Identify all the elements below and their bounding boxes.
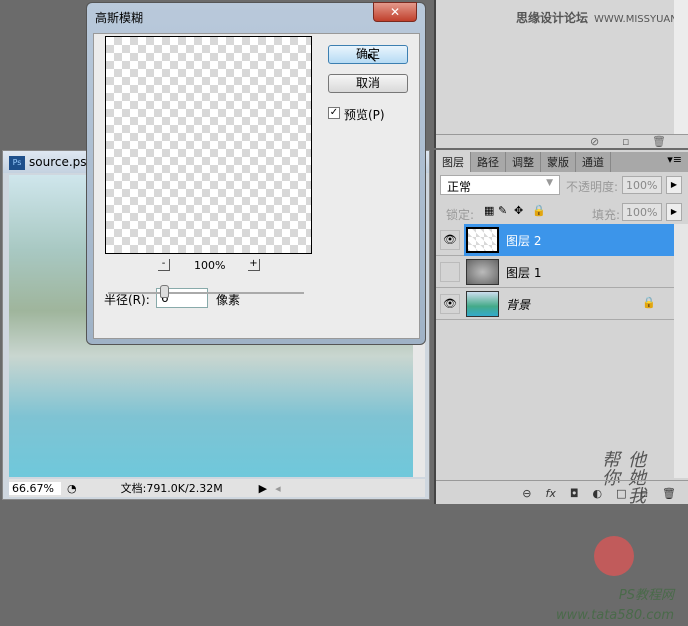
seal-stamp [594, 536, 634, 576]
tab-channels[interactable]: 通道 [576, 152, 611, 172]
eye-icon[interactable]: 👁 [440, 230, 460, 250]
doc-info: 文档:791.0K/2.32M [120, 482, 223, 495]
trash-icon[interactable]: 🗑 [652, 135, 666, 148]
layer-row[interactable]: 图层 1 [436, 256, 676, 288]
layers-footer: ⊖ fx ◘ ◐ □ ▫ 🗑 [436, 480, 688, 504]
visibility-toggle[interactable] [440, 262, 460, 282]
status-bar: 66.67% ◔ 文档:791.0K/2.32M ▶ ◂ [9, 479, 425, 497]
adjustment-icon[interactable]: ◐ [593, 487, 603, 500]
layer-thumbnail [466, 259, 499, 285]
tab-layers[interactable]: 图层 [436, 152, 471, 172]
fill-input[interactable]: 100% [622, 203, 662, 221]
status-menu-arrow[interactable]: ▶ [259, 482, 267, 495]
chevron-down-icon: ▼ [546, 178, 553, 188]
trash-icon[interactable]: 🗑 [662, 487, 676, 500]
zoom-out-button[interactable]: - [158, 259, 170, 271]
site-watermark: PS教程网 www.tata580.com [556, 586, 674, 626]
tab-adjustments[interactable]: 调整 [506, 152, 541, 172]
layer-thumbnail [466, 227, 499, 253]
scrollbar[interactable] [674, 224, 688, 478]
new-layer-icon[interactable]: ▫ [641, 487, 648, 500]
fill-label: 填充: [592, 208, 621, 222]
fx-icon[interactable]: fx [545, 487, 555, 500]
cursor-icon: ↖ [366, 50, 378, 66]
lock-label: 锁定: [446, 208, 475, 222]
preview-area[interactable] [105, 36, 312, 254]
site-name: PS教程网 [618, 588, 674, 603]
panel-footer: ⊘ ▫ 🗑 [436, 134, 688, 148]
group-icon[interactable]: □ [616, 487, 626, 500]
history-panel: 思缘设计论坛WWW.MISSYUAN.COM ⊘ ▫ 🗑 [434, 0, 688, 148]
cancel-button[interactable]: 取消 [328, 74, 408, 93]
horizontal-scrollbar[interactable]: ◂ [275, 482, 425, 495]
mask-icon[interactable]: ◘ [570, 487, 579, 500]
close-button[interactable]: ✕ [373, 2, 417, 22]
layer-row[interactable]: 👁 背景 🔒 [436, 288, 676, 320]
layer-row[interactable]: 👁 图层 2 [436, 224, 676, 256]
zoom-in-button[interactable]: + [248, 259, 260, 271]
panel-tabs: 图层 路径 调整 蒙版 通道 [436, 152, 688, 172]
document-title: source.psd [29, 155, 95, 169]
zoom-level[interactable]: 66.67% [9, 481, 61, 495]
preview-zoom: 100% [194, 259, 226, 272]
layers-panel: 图层 路径 调整 蒙版 通道 ▾≡ 正常 ▼ 不透明度: 100% ▶ 锁定: ▦… [434, 150, 688, 623]
tab-masks[interactable]: 蒙版 [541, 152, 576, 172]
layer-name: 图层 2 [506, 234, 542, 248]
lock-brush-icon[interactable]: ✎ [498, 204, 507, 217]
blend-mode-value: 正常 [447, 180, 472, 194]
opacity-label: 不透明度: [566, 180, 619, 194]
dialog-body: 确定 取消 ✓ 预览(P) - 100% + 半径(R): 6 像素 [93, 33, 420, 339]
panel-menu-icon[interactable]: ▾≡ [667, 153, 682, 166]
no-icon[interactable]: ⊘ [590, 135, 599, 148]
layer-thumbnail [466, 291, 499, 317]
status-icon[interactable]: ◔ [67, 482, 77, 495]
opacity-arrow[interactable]: ▶ [666, 176, 682, 194]
dialog-title: 高斯模糊 [95, 11, 144, 25]
preview-label: 预览(P) [344, 108, 385, 122]
watermark-cn: 思缘设计论坛 [516, 11, 589, 25]
new-icon[interactable]: ▫ [622, 135, 629, 148]
lock-transparent-icon[interactable]: ▦ [484, 204, 494, 217]
layer-name: 图层 1 [506, 266, 542, 280]
scrollbar[interactable] [674, 0, 688, 135]
lock-move-icon[interactable]: ✥ [514, 204, 523, 217]
eye-icon[interactable]: 👁 [440, 294, 460, 314]
site-url: www.tata580.com [555, 608, 674, 623]
link-icon[interactable]: ⊖ [522, 487, 531, 500]
radius-slider[interactable] [108, 292, 304, 294]
lock-all-icon[interactable]: 🔒 [532, 204, 546, 217]
layer-name: 背景 [506, 298, 531, 312]
photoshop-icon: Ps [9, 155, 25, 170]
lock-icon: 🔒 [642, 296, 656, 309]
preview-checkbox[interactable]: ✓ [328, 107, 340, 119]
slider-handle[interactable] [160, 285, 169, 298]
tab-paths[interactable]: 路径 [471, 152, 506, 172]
blend-mode-select[interactable]: 正常 ▼ [440, 175, 560, 195]
opacity-input[interactable]: 100% [622, 176, 662, 194]
watermark-text: 思缘设计论坛WWW.MISSYUAN.COM [516, 9, 688, 26]
fill-arrow[interactable]: ▶ [666, 203, 682, 221]
